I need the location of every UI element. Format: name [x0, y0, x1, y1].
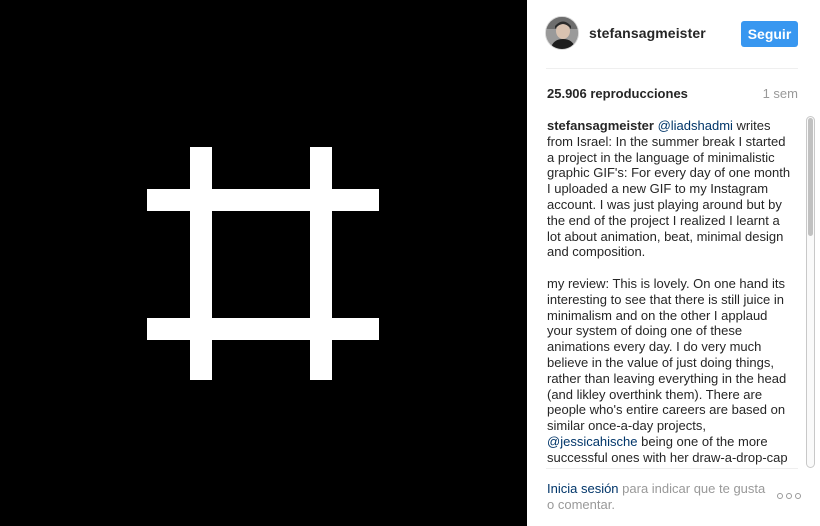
scrollbar-thumb[interactable]: [808, 118, 813, 236]
login-prompt: Inicia sesión para indicar que te gusta …: [547, 481, 767, 513]
grid-bar-vertical-right: [310, 147, 332, 380]
caption-text: stefansagmeister @liadshadmi writes from…: [547, 118, 791, 465]
post-details-panel: stefansagmeister Seguir 25.906 reproducc…: [527, 0, 820, 526]
post-timestamp[interactable]: 1 sem: [763, 86, 798, 101]
caption-paragraph-2: my review: This is lovely. On one hand i…: [547, 276, 791, 465]
hash-grid-graphic: [147, 147, 379, 380]
caption-author[interactable]: stefansagmeister: [547, 118, 654, 133]
caption-text-part: writes from Israel: In the summer break …: [547, 118, 791, 260]
post-media-video[interactable]: [0, 0, 527, 526]
follow-button[interactable]: Seguir: [741, 21, 798, 47]
ellipsis-icon: [795, 493, 801, 499]
view-count: 25.906 reproducciones: [547, 86, 688, 101]
ellipsis-icon: [786, 493, 792, 499]
footer-divider: [546, 468, 798, 469]
caption-paragraph-1: stefansagmeister @liadshadmi writes from…: [547, 118, 791, 260]
avatar[interactable]: [545, 16, 579, 50]
mention-link[interactable]: @liadshadmi: [658, 118, 733, 133]
caption-scroll-area[interactable]: stefansagmeister @liadshadmi writes from…: [547, 118, 791, 465]
post-header: stefansagmeister Seguir: [527, 0, 820, 68]
profile-photo-icon: [546, 17, 578, 49]
grid-bar-horizontal-top: [147, 189, 379, 211]
login-link[interactable]: Inicia sesión: [547, 481, 619, 496]
caption-text-part: my review: This is lovely. On one hand i…: [547, 275, 787, 434]
more-options-button[interactable]: [777, 489, 801, 503]
grid-bar-vertical-left: [190, 147, 212, 380]
header-divider: [546, 68, 798, 69]
post-author-username[interactable]: stefansagmeister: [589, 25, 706, 41]
mention-link[interactable]: @jessicahische: [547, 434, 638, 449]
grid-bar-horizontal-bottom: [147, 318, 379, 340]
ellipsis-icon: [777, 493, 783, 499]
caption-scrollbar[interactable]: [806, 116, 815, 468]
